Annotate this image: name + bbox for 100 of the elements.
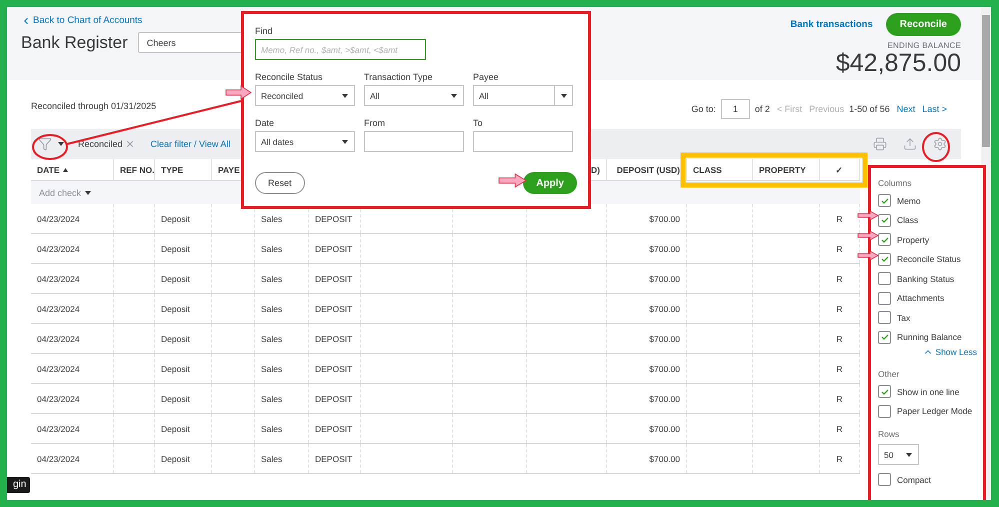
checkbox[interactable]: [878, 385, 891, 398]
checkbox[interactable]: [878, 311, 891, 324]
table-cell: DEPOSIT: [309, 444, 361, 473]
field-label: Reconcile Status: [255, 72, 324, 82]
table-cell: $700.00: [607, 324, 687, 353]
table-cell: DEPOSIT: [309, 324, 361, 353]
check-icon: [880, 388, 888, 395]
find-field[interactable]: Memo, Ref no., $amt, >$amt, <$amt: [255, 39, 426, 60]
settings-icon[interactable]: [933, 137, 947, 151]
table-cell: Sales: [255, 414, 309, 443]
reconciled-through-text: Reconciled through 01/31/2025: [31, 101, 156, 111]
checkbox[interactable]: [878, 194, 891, 208]
table-cell: Deposit: [155, 204, 212, 233]
back-link[interactable]: Back to Chart of Accounts: [21, 15, 255, 26]
export-icon[interactable]: [903, 137, 917, 151]
input-field[interactable]: [473, 131, 573, 152]
column-header[interactable]: ✓: [820, 159, 860, 180]
caret-icon: [342, 94, 348, 98]
table-cell: $700.00: [607, 384, 687, 413]
field-label: Date: [255, 118, 276, 128]
checkbox[interactable]: [878, 473, 891, 486]
table-cell: 04/23/2024: [31, 414, 114, 443]
pointer-arrow: [226, 85, 252, 100]
caret-icon: [85, 190, 92, 194]
checkbox[interactable]: [878, 404, 891, 418]
table-cell: $700.00: [607, 234, 687, 263]
column-header[interactable]: DATE: [31, 159, 114, 180]
bank-transactions-link[interactable]: Bank transactions: [790, 19, 873, 30]
pagination-link[interactable]: Next: [896, 104, 916, 114]
table-cell: $700.00: [607, 204, 687, 233]
table-cell: Deposit: [155, 324, 212, 353]
sort-icon: [62, 168, 68, 172]
table-cell: Deposit: [155, 234, 212, 263]
table-cell: $700.00: [607, 264, 687, 293]
input-field[interactable]: [364, 131, 464, 152]
checkbox-label: Class: [897, 215, 918, 226]
table-cell: R: [820, 414, 860, 443]
table-cell: Deposit: [155, 384, 212, 413]
table-cell: R: [820, 264, 860, 293]
column-header[interactable]: DEPOSIT (USD): [607, 159, 687, 180]
table-cell: 04/23/2024: [31, 294, 114, 323]
field-label: From: [364, 118, 386, 128]
reset-button[interactable]: Reset: [255, 172, 305, 194]
section-heading: Columns: [878, 178, 913, 188]
table-cell: Deposit: [155, 354, 212, 383]
checkbox-label: Show in one line: [897, 386, 960, 397]
check-icon: [880, 256, 888, 262]
table-cell: $700.00: [607, 294, 687, 323]
page-title: Bank Register: [21, 32, 128, 52]
checkbox-label: Running Balance: [897, 332, 962, 342]
column-header[interactable]: CLASS: [687, 159, 753, 180]
select-field[interactable]: All: [364, 85, 464, 106]
filter-chip[interactable]: Reconciled: [78, 139, 135, 149]
table-cell: R: [820, 324, 860, 353]
table-cell: 04/23/2024: [31, 324, 114, 353]
caret-icon: [342, 140, 348, 144]
caret-icon: [560, 94, 566, 98]
checkbox[interactable]: [878, 292, 891, 305]
checkbox[interactable]: [878, 330, 891, 344]
show-less-link[interactable]: Show Less: [923, 347, 977, 357]
pagination-text: of 2: [754, 104, 770, 114]
select-field[interactable]: All dates: [255, 131, 355, 152]
check-icon: [880, 334, 888, 340]
rows-select[interactable]: 50: [878, 444, 919, 465]
print-icon[interactable]: [873, 137, 887, 151]
pagination-link[interactable]: Last >: [922, 104, 947, 114]
highlight-circle: [922, 132, 950, 162]
table-cell: Sales: [255, 444, 309, 473]
checkbox[interactable]: [878, 233, 891, 246]
checkbox-label: Banking Status: [897, 274, 954, 284]
field-label: To: [473, 118, 484, 128]
table-cell: $700.00: [607, 414, 687, 443]
check-icon: [880, 198, 888, 204]
checkbox[interactable]: [878, 252, 891, 266]
scrollbar[interactable]: [982, 15, 990, 147]
select-field[interactable]: Reconciled: [255, 85, 355, 106]
column-header[interactable]: TYPE: [155, 159, 212, 180]
clear-filter-link[interactable]: Clear filter / View All: [150, 139, 230, 149]
checkbox[interactable]: [878, 272, 891, 286]
table-cell: Deposit: [155, 414, 212, 443]
combo-field[interactable]: All: [473, 85, 573, 106]
close-icon[interactable]: [124, 139, 135, 149]
page-input[interactable]: 1: [720, 99, 750, 119]
filter-icon[interactable]: [38, 137, 52, 151]
table-cell: R: [820, 384, 860, 413]
checkbox-label: Tax: [897, 312, 910, 323]
go-to-label: Go to:: [691, 104, 716, 114]
table-cell: 04/23/2024: [31, 444, 114, 473]
table-cell: $700.00: [607, 354, 687, 383]
column-header[interactable]: PROPERTY: [753, 159, 820, 180]
checkbox[interactable]: [878, 214, 891, 227]
caret-icon: [58, 142, 64, 146]
pagination-text: 1-50 of 56: [849, 104, 890, 114]
table-cell: Deposit: [155, 264, 212, 293]
table-cell: Sales: [255, 354, 309, 383]
column-header[interactable]: REF NO.: [114, 159, 155, 180]
pointer-arrow: [498, 173, 527, 188]
table-cell: $700.00: [607, 444, 687, 473]
table-cell: Deposit: [155, 444, 212, 473]
table-cell: Deposit: [155, 294, 212, 323]
